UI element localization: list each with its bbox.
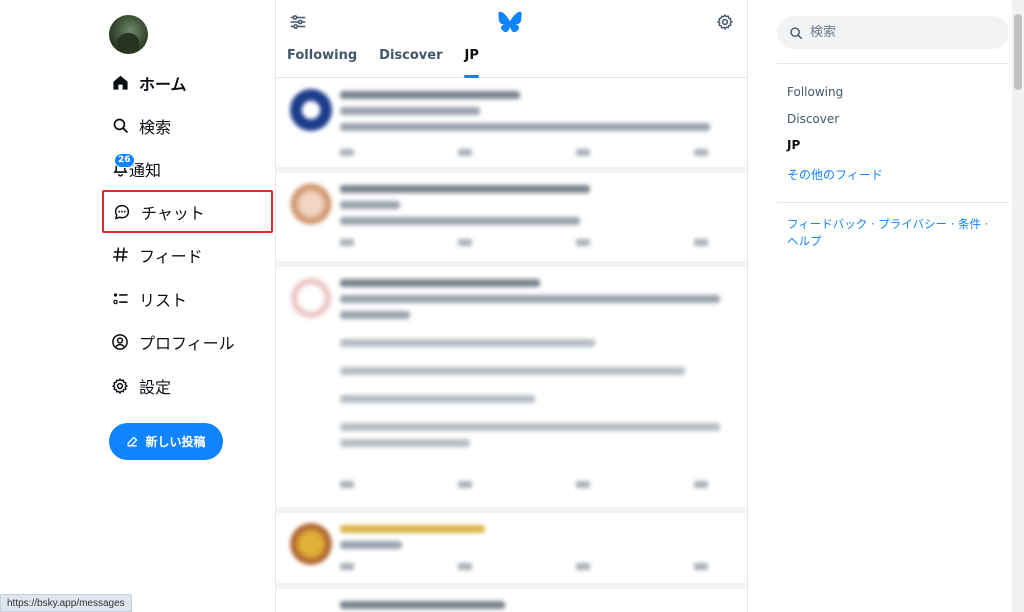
chat-icon xyxy=(113,203,131,221)
post-actions[interactable] xyxy=(340,481,708,488)
feed-post[interactable] xyxy=(276,589,747,612)
post-actions[interactable] xyxy=(340,239,708,246)
feed-post[interactable] xyxy=(276,513,747,589)
divider xyxy=(777,202,1009,203)
footer-separator: · xyxy=(984,217,989,231)
feed-tabs: Following Discover JP xyxy=(276,48,490,78)
sidebar-feed-following[interactable]: Following xyxy=(787,85,843,99)
nav-item-chat[interactable]: チャット xyxy=(102,190,273,233)
post-content-blurred xyxy=(340,185,732,233)
more-feeds-link[interactable]: その他のフィード xyxy=(787,166,883,183)
scrollbar-thumb[interactable] xyxy=(1014,14,1022,90)
post-actions[interactable] xyxy=(340,563,708,570)
nav-item-feeds[interactable]: フィード xyxy=(102,233,273,276)
home-icon xyxy=(111,74,129,92)
post-actions[interactable] xyxy=(340,149,708,156)
nav-item-lists[interactable]: リスト xyxy=(102,277,273,320)
new-post-label: 新しい投稿 xyxy=(145,435,206,449)
feed-post[interactable] xyxy=(276,173,747,267)
right-sidebar: Following Discover JP その他のフィード フィードバック ·… xyxy=(748,0,1024,612)
page-scrollbar[interactable] xyxy=(1012,0,1024,612)
sidebar-feed-discover[interactable]: Discover xyxy=(787,112,839,126)
main-feed-column: Following Discover JP xyxy=(276,0,748,612)
nav-item-home[interactable]: ホーム xyxy=(102,61,273,104)
feed-header: Following Discover JP xyxy=(276,0,747,78)
hash-icon xyxy=(111,246,129,264)
nav-item-settings[interactable]: 設定 xyxy=(102,364,273,407)
footer-separator: · xyxy=(870,217,875,231)
link-status-bar: https://bsky.app/messages xyxy=(0,594,132,612)
post-list xyxy=(276,79,747,612)
nav-label-search: 検索 xyxy=(139,117,172,137)
post-content-blurred xyxy=(340,525,732,557)
butterfly-logo-icon[interactable] xyxy=(498,11,522,33)
compose-icon xyxy=(128,436,138,447)
bell-icon: 26 xyxy=(111,152,135,178)
post-content-blurred xyxy=(340,601,732,612)
filter-icon[interactable] xyxy=(289,13,307,31)
tab-discover[interactable]: Discover xyxy=(368,48,453,78)
tab-jp[interactable]: JP xyxy=(453,48,489,78)
search-box[interactable] xyxy=(777,16,1009,49)
footer-privacy-link[interactable]: プライバシー xyxy=(878,217,947,231)
nav-label-feeds: フィード xyxy=(139,246,203,266)
footer-help-link[interactable]: ヘルプ xyxy=(787,234,822,248)
feed-settings-icon[interactable] xyxy=(716,13,734,31)
tab-following[interactable]: Following xyxy=(276,48,368,78)
nav-label-profile: プロフィール xyxy=(139,333,235,353)
gear-icon xyxy=(111,377,129,395)
footer-terms-link[interactable]: 条件 xyxy=(958,217,981,231)
footer-separator: · xyxy=(950,217,955,231)
sidebar-feed-jp[interactable]: JP xyxy=(787,138,800,152)
feed-post[interactable] xyxy=(276,267,747,513)
nav-label-home: ホーム xyxy=(139,74,187,94)
left-navigation: ホーム 検索 26 通知 チャット フィード リスト プロフィール 設定 新しい… xyxy=(0,0,276,612)
nav-item-notifications[interactable]: 26 通知 xyxy=(102,147,273,190)
new-post-button[interactable]: 新しい投稿 xyxy=(109,423,223,460)
footer-links: フィードバック · プライバシー · 条件 · ヘルプ xyxy=(787,216,1002,250)
post-avatar[interactable] xyxy=(290,523,332,565)
search-input[interactable] xyxy=(810,25,990,40)
post-avatar[interactable] xyxy=(290,183,332,225)
list-icon xyxy=(111,290,129,308)
footer-feedback-link[interactable]: フィードバック xyxy=(787,217,867,231)
nav-label-lists: リスト xyxy=(139,290,188,310)
post-avatar[interactable] xyxy=(290,89,332,131)
post-avatar[interactable] xyxy=(290,277,332,319)
post-content-blurred xyxy=(340,279,732,455)
user-avatar[interactable] xyxy=(109,15,148,54)
search-icon xyxy=(790,26,803,39)
profile-icon xyxy=(111,333,129,351)
notification-badge: 26 xyxy=(114,152,135,168)
divider xyxy=(777,63,1009,64)
nav-item-search[interactable]: 検索 xyxy=(102,104,273,147)
feed-post[interactable] xyxy=(276,79,747,173)
nav-item-profile[interactable]: プロフィール xyxy=(102,320,273,363)
search-icon xyxy=(111,117,129,135)
nav-label-chat: チャット xyxy=(141,203,205,223)
post-content-blurred xyxy=(340,91,732,139)
nav-label-settings: 設定 xyxy=(139,377,172,397)
